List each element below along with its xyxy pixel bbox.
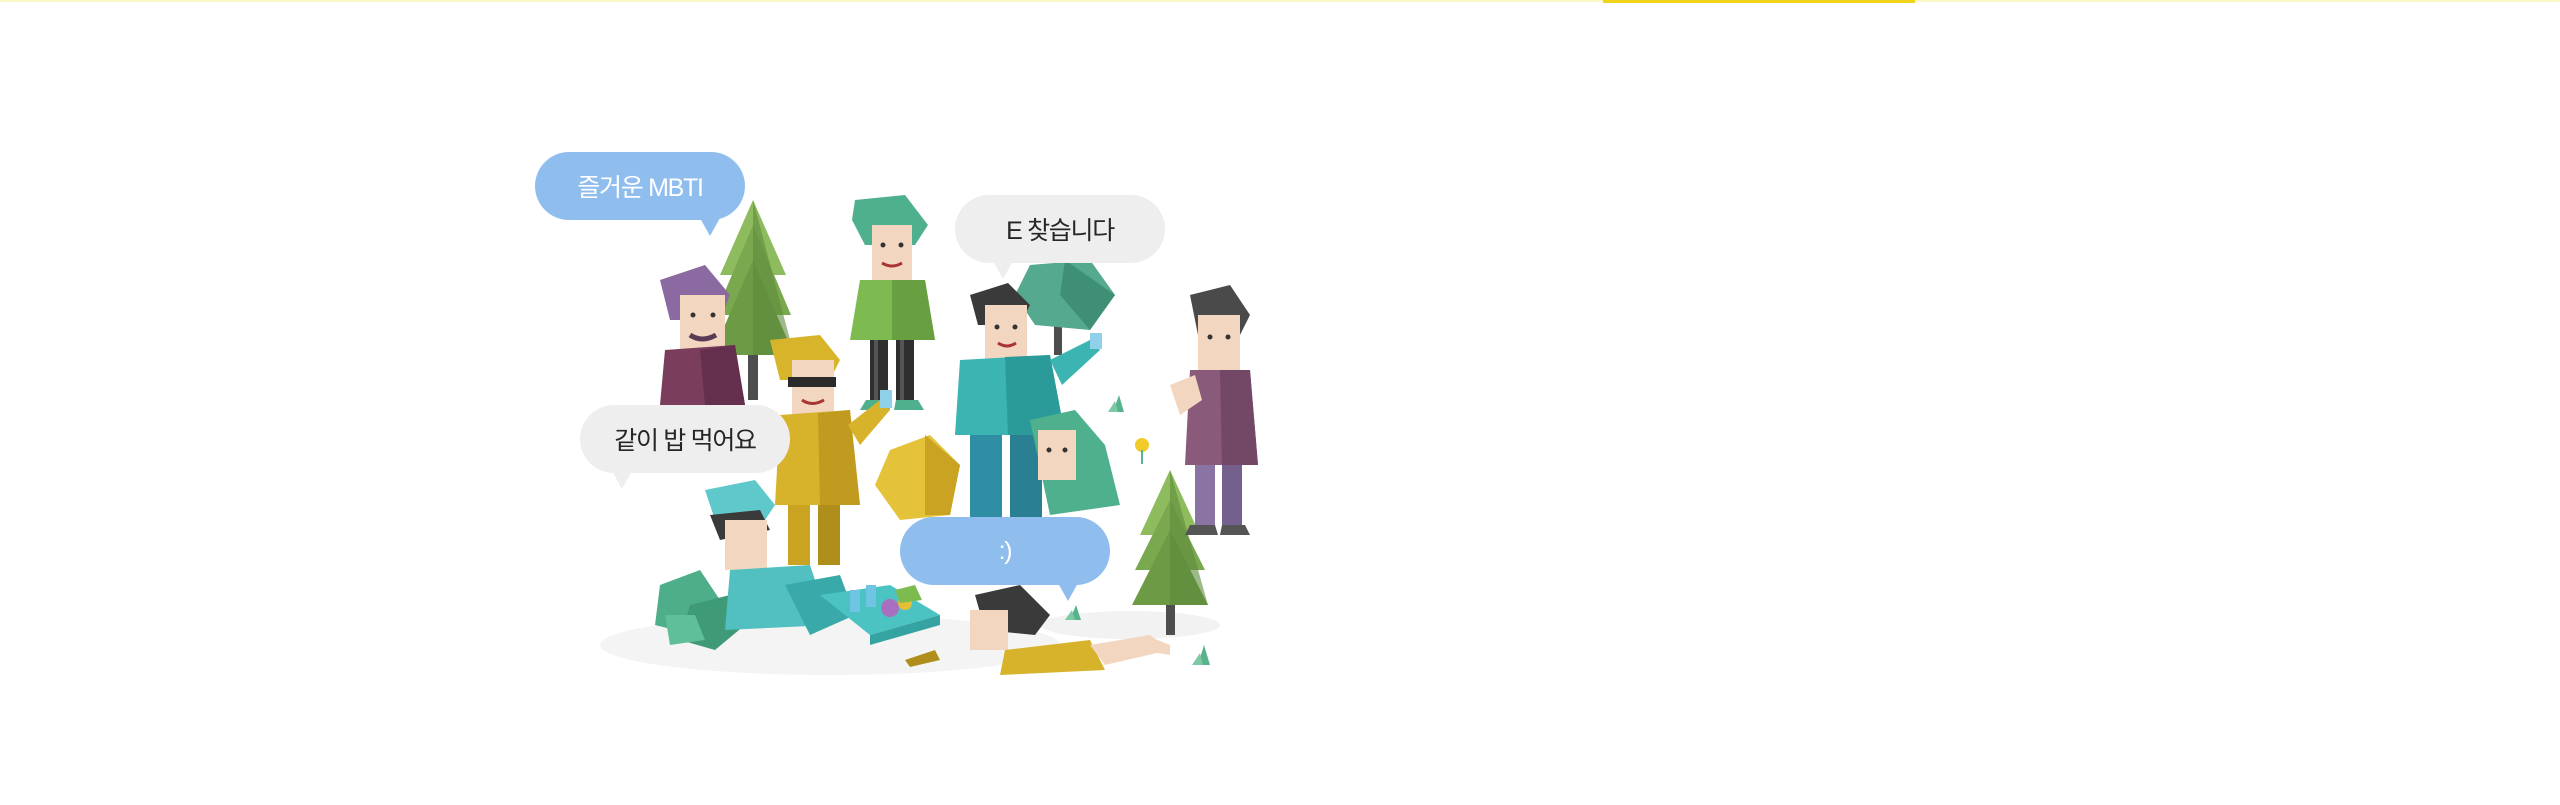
yellow-flower <box>1135 438 1149 464</box>
grass-tuft-3 <box>1192 645 1210 665</box>
speech-bubble-tail <box>612 471 632 489</box>
speech-bubble-smile-text: :) <box>998 536 1013 565</box>
speech-bubble-tail <box>993 261 1013 279</box>
speech-bubble-find-e: E 찾습니다 <box>955 195 1165 279</box>
top-rule <box>0 0 2560 2</box>
green-man <box>850 195 935 410</box>
yellow-crouching-figure <box>875 435 960 520</box>
top-accent-bar <box>1603 0 1915 3</box>
speech-bubble-eat-together-text: 같이 밥 먹어요 <box>614 427 757 455</box>
speech-bubble-mbti-text: 즐거운 MBTI <box>577 174 704 202</box>
green-hat-woman <box>1030 410 1120 515</box>
grass-tuft-1 <box>1108 395 1124 412</box>
speech-bubble-tail <box>700 218 720 236</box>
hero-illustration: 즐거운 MBTI E 찾습니다 같이 밥 먹어요 :) <box>530 145 1290 715</box>
speech-bubble-eat-together: 같이 밥 먹어요 <box>580 405 790 489</box>
speech-bubble-tail <box>1058 583 1078 601</box>
grass-tuft-2 <box>1065 605 1081 620</box>
grey-haired-man <box>1170 285 1258 535</box>
speech-bubble-find-e-text: E 찾습니다 <box>1006 217 1115 245</box>
speech-bubble-mbti: 즐거운 MBTI <box>535 152 745 236</box>
speech-bubble-smile: :) <box>900 517 1110 601</box>
